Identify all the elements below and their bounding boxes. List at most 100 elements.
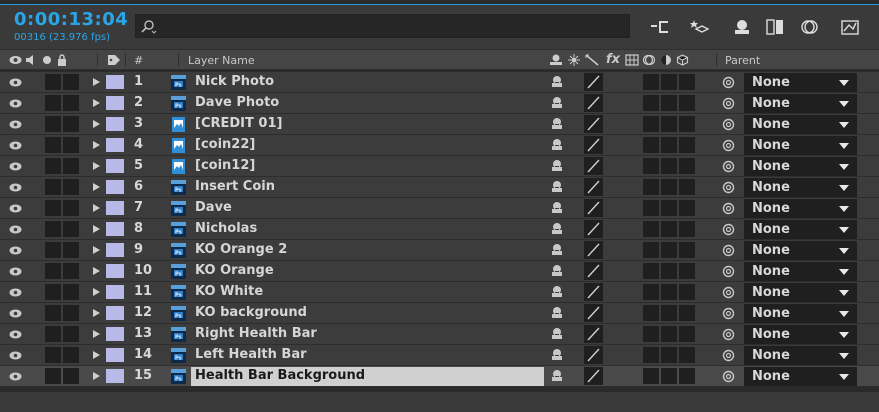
motion-blur-switch[interactable] <box>643 158 659 174</box>
quality-switch[interactable] <box>584 115 603 133</box>
visibility-eye-icon[interactable] <box>9 246 22 255</box>
number-column-header[interactable]: # <box>134 54 143 67</box>
layer-row[interactable]: 10 Ps KO Orange None <box>0 261 879 282</box>
parent-pickwhip-icon[interactable] <box>722 349 735 362</box>
layer-name[interactable]: Nicholas <box>195 221 257 236</box>
visibility-eye-icon[interactable] <box>9 351 22 360</box>
expand-toggle-icon[interactable] <box>93 141 100 149</box>
solo-switch[interactable] <box>45 116 61 132</box>
layer-row[interactable]: 4 [coin22] None <box>0 135 879 156</box>
lock-switch[interactable] <box>63 305 79 321</box>
layer-search-input[interactable] <box>135 14 630 38</box>
video-visibility-icon[interactable] <box>9 54 22 66</box>
solo-switch[interactable] <box>45 347 61 363</box>
shy-switch-header-icon[interactable] <box>549 54 563 66</box>
lock-switch[interactable] <box>63 200 79 216</box>
lock-switch[interactable] <box>63 158 79 174</box>
parent-dropdown[interactable]: None <box>744 136 857 155</box>
solo-switch[interactable] <box>45 137 61 153</box>
expand-toggle-icon[interactable] <box>93 309 100 317</box>
3d-switch[interactable] <box>679 158 695 174</box>
quality-switch[interactable] <box>584 94 603 112</box>
adjustment-switch[interactable] <box>661 326 677 342</box>
adjustment-switch[interactable] <box>661 305 677 321</box>
motion-blur-switch[interactable] <box>643 221 659 237</box>
layer-name-column-header[interactable]: Layer Name <box>188 54 255 67</box>
shy-switch-icon[interactable] <box>550 180 564 194</box>
solo-switch[interactable] <box>45 326 61 342</box>
parent-dropdown[interactable]: None <box>744 178 857 197</box>
motion-blur-switch-icon[interactable] <box>643 54 656 66</box>
layer-row[interactable]: 1 Ps Nick Photo None <box>0 72 879 93</box>
lock-switch[interactable] <box>63 179 79 195</box>
parent-pickwhip-icon[interactable] <box>722 181 735 194</box>
layer-name[interactable]: Dave Photo <box>195 95 279 110</box>
motion-blur-switch[interactable] <box>643 137 659 153</box>
shy-switch-icon[interactable] <box>550 264 564 278</box>
label-color-swatch[interactable] <box>106 222 124 236</box>
quality-switch[interactable] <box>584 346 603 364</box>
motion-blur-switch[interactable] <box>643 263 659 279</box>
parent-pickwhip-icon[interactable] <box>722 139 735 152</box>
lock-switch[interactable] <box>63 347 79 363</box>
parent-dropdown[interactable]: None <box>744 325 857 344</box>
solo-switch[interactable] <box>45 263 61 279</box>
layer-row[interactable]: 7 Ps Dave None <box>0 198 879 219</box>
label-color-swatch[interactable] <box>106 243 124 257</box>
parent-pickwhip-icon[interactable] <box>722 202 735 215</box>
layer-name[interactable]: Dave <box>195 200 232 215</box>
3d-switch[interactable] <box>679 242 695 258</box>
adjustment-switch[interactable] <box>661 221 677 237</box>
label-color-swatch[interactable] <box>106 138 124 152</box>
expand-toggle-icon[interactable] <box>93 120 100 128</box>
motion-blur-switch[interactable] <box>643 284 659 300</box>
shy-switch-icon[interactable] <box>550 243 564 257</box>
layer-row[interactable]: 12 Ps KO background None <box>0 303 879 324</box>
adjustment-switch[interactable] <box>661 368 677 384</box>
parent-pickwhip-icon[interactable] <box>722 223 735 236</box>
expand-toggle-icon[interactable] <box>93 183 100 191</box>
expand-toggle-icon[interactable] <box>93 267 100 275</box>
layer-name[interactable]: Nick Photo <box>195 74 274 89</box>
adjustment-switch[interactable] <box>661 284 677 300</box>
3d-switch[interactable] <box>679 326 695 342</box>
parent-pickwhip-icon[interactable] <box>722 328 735 341</box>
label-color-swatch[interactable] <box>106 201 124 215</box>
layer-name[interactable]: Right Health Bar <box>195 326 317 341</box>
parent-dropdown[interactable]: None <box>744 157 857 176</box>
quality-switch[interactable] <box>584 220 603 238</box>
layer-row[interactable]: 9 Ps KO Orange 2 None <box>0 240 879 261</box>
visibility-eye-icon[interactable] <box>9 99 22 108</box>
motion-blur-switch[interactable] <box>643 116 659 132</box>
visibility-eye-icon[interactable] <box>9 78 22 87</box>
solo-switch[interactable] <box>45 242 61 258</box>
shy-switch-icon[interactable] <box>550 159 564 173</box>
shy-switch-icon[interactable] <box>550 117 564 131</box>
3d-switch[interactable] <box>679 368 695 384</box>
parent-pickwhip-icon[interactable] <box>722 370 735 383</box>
motion-blur-switch[interactable] <box>643 74 659 90</box>
solo-switch[interactable] <box>45 158 61 174</box>
layer-row[interactable]: 5 [coin12] None <box>0 156 879 177</box>
label-tag-icon[interactable] <box>107 54 121 66</box>
label-color-swatch[interactable] <box>106 285 124 299</box>
motion-blur-switch[interactable] <box>643 200 659 216</box>
motion-blur-switch[interactable] <box>643 368 659 384</box>
quality-switch[interactable] <box>584 199 603 217</box>
label-color-swatch[interactable] <box>106 348 124 362</box>
quality-switch[interactable] <box>584 157 603 175</box>
lock-switch[interactable] <box>63 326 79 342</box>
layer-name[interactable]: KO Orange <box>195 263 274 278</box>
graph-editor-icon[interactable] <box>840 18 860 36</box>
effects-icon[interactable]: fx <box>606 52 620 67</box>
adjustment-switch[interactable] <box>661 95 677 111</box>
layer-row[interactable]: 11 Ps KO White None <box>0 282 879 303</box>
layer-row[interactable]: 2 Ps Dave Photo None <box>0 93 879 114</box>
frame-blend-switch-icon[interactable] <box>625 54 639 66</box>
solo-switch[interactable] <box>45 74 61 90</box>
lock-switch[interactable] <box>63 368 79 384</box>
expand-toggle-icon[interactable] <box>93 204 100 212</box>
3d-switch[interactable] <box>679 221 695 237</box>
parent-dropdown[interactable]: None <box>744 346 857 365</box>
layer-name[interactable]: Health Bar Background <box>195 368 365 383</box>
